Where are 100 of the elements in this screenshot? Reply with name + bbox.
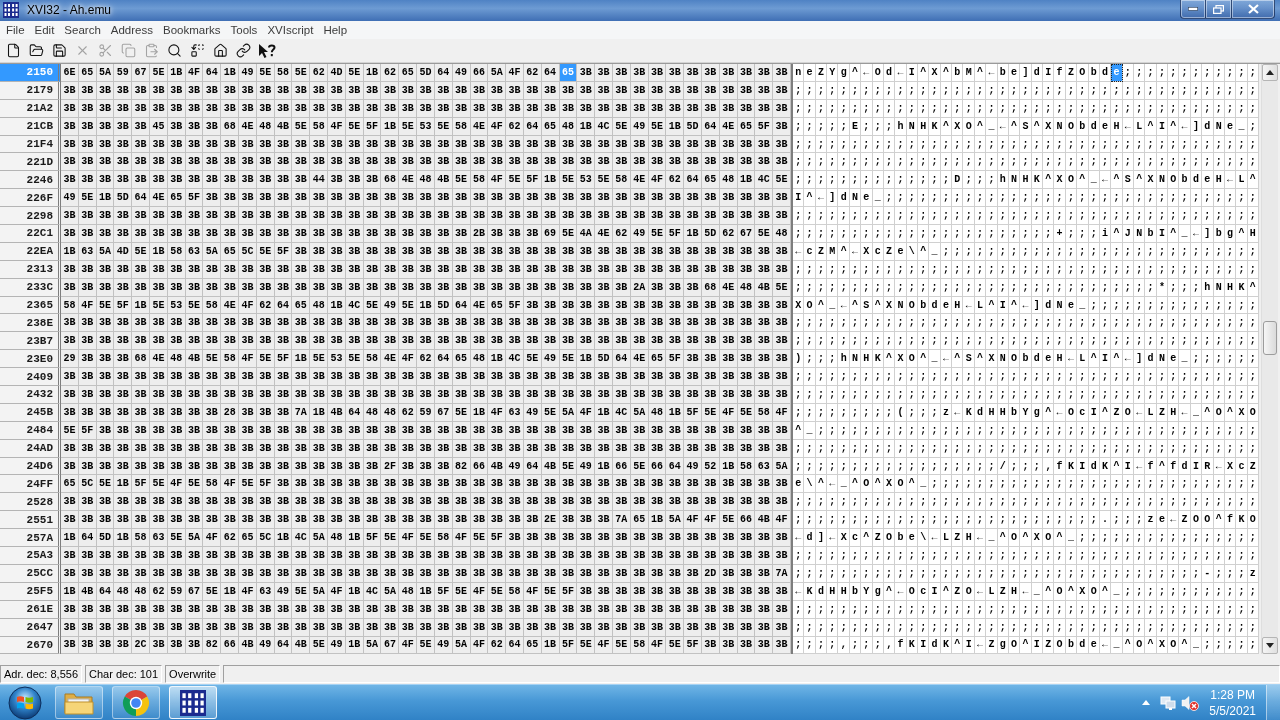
char-cell[interactable]: ; <box>872 332 884 351</box>
hex-cell[interactable]: 3B <box>488 153 507 172</box>
char-cell[interactable]: ; <box>1213 135 1225 154</box>
char-cell[interactable]: X <box>986 350 998 369</box>
char-cell[interactable]: ; <box>838 117 850 136</box>
char-cell[interactable]: ; <box>1077 207 1089 225</box>
char-cell[interactable]: ^ <box>1088 350 1100 369</box>
char-cell[interactable]: ; <box>918 600 930 619</box>
char-cell[interactable]: ; <box>997 153 1009 172</box>
char-cell[interactable]: H <box>1111 117 1123 136</box>
char-cell[interactable]: ; <box>804 225 816 243</box>
char-cell[interactable]: ; <box>1145 332 1157 351</box>
char-cell[interactable]: H <box>963 529 975 548</box>
char-cell[interactable]: ; <box>1145 421 1157 440</box>
hex-cell[interactable]: 3B <box>488 225 507 243</box>
char-cell[interactable]: ; <box>1145 600 1157 619</box>
char-cell[interactable]: ; <box>1043 278 1055 297</box>
char-cell[interactable]: ; <box>986 386 998 404</box>
hex-cell[interactable]: 3B <box>773 153 791 172</box>
char-cell[interactable]: ; <box>1111 332 1123 351</box>
char-cell[interactable]: I <box>1088 403 1100 422</box>
char-cell[interactable]: ^ <box>918 242 930 261</box>
char-cell[interactable]: ; <box>1088 332 1100 351</box>
hex-cell[interactable]: 3B <box>488 475 507 494</box>
char-cell[interactable]: ; <box>1122 368 1134 387</box>
char-cell[interactable]: ; <box>1247 475 1259 494</box>
char-cell[interactable]: ; <box>1122 511 1134 530</box>
char-cell[interactable]: b <box>952 64 964 82</box>
char-cell[interactable]: ; <box>929 386 941 404</box>
char-cell[interactable]: ; <box>918 260 930 279</box>
hex-cell[interactable]: 3B <box>773 368 791 387</box>
close-button[interactable] <box>1232 0 1275 19</box>
hex-cell[interactable]: 3B <box>595 511 613 530</box>
hex-cell[interactable]: 4F <box>203 529 222 548</box>
char-cell[interactable]: ; <box>918 171 930 190</box>
hex-cell[interactable]: 3B <box>310 332 329 351</box>
hex-cell[interactable]: 3B <box>595 64 613 82</box>
char-cell[interactable]: ; <box>1043 368 1055 387</box>
char-cell[interactable]: ; <box>1236 99 1248 118</box>
char-cell[interactable]: ; <box>986 81 998 100</box>
hex-cell[interactable]: 3B <box>755 332 774 351</box>
hex-cell[interactable]: 5E <box>506 171 524 190</box>
char-cell[interactable]: ; <box>1043 207 1055 225</box>
char-cell[interactable]: ; <box>1054 189 1066 208</box>
hex-cell[interactable]: 3B <box>684 64 702 82</box>
char-cell[interactable]: ; <box>929 225 941 243</box>
hex-cell[interactable]: 3B <box>114 153 133 172</box>
hex-cell[interactable]: 4F <box>488 171 507 190</box>
hex-cell[interactable]: 3B <box>684 350 702 369</box>
char-cell[interactable]: b <box>895 529 907 548</box>
char-cell[interactable]: _ <box>1111 582 1123 601</box>
hex-cell[interactable]: 3B <box>328 189 346 208</box>
char-cell[interactable]: ; <box>918 153 930 172</box>
char-cell[interactable]: ; <box>1054 368 1066 387</box>
char-cell[interactable]: ; <box>1020 475 1032 494</box>
char-cell[interactable]: _ <box>838 475 850 494</box>
char-cell[interactable]: ^ <box>1236 225 1248 243</box>
hex-cell[interactable]: 3B <box>150 547 168 565</box>
hex-cell[interactable]: 3B <box>755 207 774 225</box>
char-cell[interactable]: ; <box>1236 547 1248 565</box>
hex-cell[interactable]: 3B <box>399 225 418 243</box>
char-cell[interactable]: ; <box>963 600 975 619</box>
char-cell[interactable]: ; <box>1077 225 1089 243</box>
char-cell[interactable]: ; <box>827 600 839 619</box>
char-cell[interactable]: _ <box>929 350 941 369</box>
char-cell[interactable]: ; <box>1202 189 1214 208</box>
char-cell[interactable]: ; <box>1043 493 1055 512</box>
char-cell[interactable]: ; <box>838 332 850 351</box>
char-cell[interactable]: ; <box>1122 314 1134 333</box>
hex-cell[interactable]: 3B <box>755 368 774 387</box>
char-cell[interactable]: ; <box>952 314 964 333</box>
char-cell[interactable]: ; <box>838 207 850 225</box>
char-cell[interactable]: ; <box>1236 600 1248 619</box>
char-cell[interactable]: ; <box>929 260 941 279</box>
char-cell[interactable]: ; <box>1088 547 1100 565</box>
char-cell[interactable]: ; <box>1111 618 1123 637</box>
char-cell[interactable]: ; <box>1202 529 1214 548</box>
char-cell[interactable]: ; <box>929 332 941 351</box>
char-cell[interactable]: ; <box>838 511 850 530</box>
char-cell[interactable]: ^ <box>1145 117 1157 136</box>
char-cell[interactable]: ; <box>963 171 975 190</box>
char-cell[interactable]: ; <box>895 547 907 565</box>
char-cell[interactable]: ; <box>804 332 816 351</box>
char-cell[interactable]: L <box>1236 171 1248 190</box>
hex-cell[interactable]: 67 <box>132 64 150 82</box>
char-cell[interactable]: ; <box>1247 547 1259 565</box>
hex-cell[interactable]: 64 <box>203 64 222 82</box>
hex-cell[interactable]: 3B <box>666 493 685 512</box>
char-cell[interactable]: ; <box>1043 475 1055 494</box>
hex-cell[interactable]: 3B <box>755 314 774 333</box>
hex-cell[interactable]: 3B <box>221 493 240 512</box>
hex-cell[interactable]: 3B <box>310 189 329 208</box>
char-cell[interactable]: ; <box>861 564 873 583</box>
hex-cell[interactable]: 3B <box>328 547 346 565</box>
char-cell[interactable]: ; <box>997 225 1009 243</box>
char-cell[interactable]: ; <box>827 368 839 387</box>
hex-cell[interactable]: 3B <box>577 189 596 208</box>
char-cell[interactable]: ; <box>997 618 1009 637</box>
char-cell[interactable]: b <box>1145 225 1157 243</box>
char-cell[interactable]: ; <box>1054 475 1066 494</box>
